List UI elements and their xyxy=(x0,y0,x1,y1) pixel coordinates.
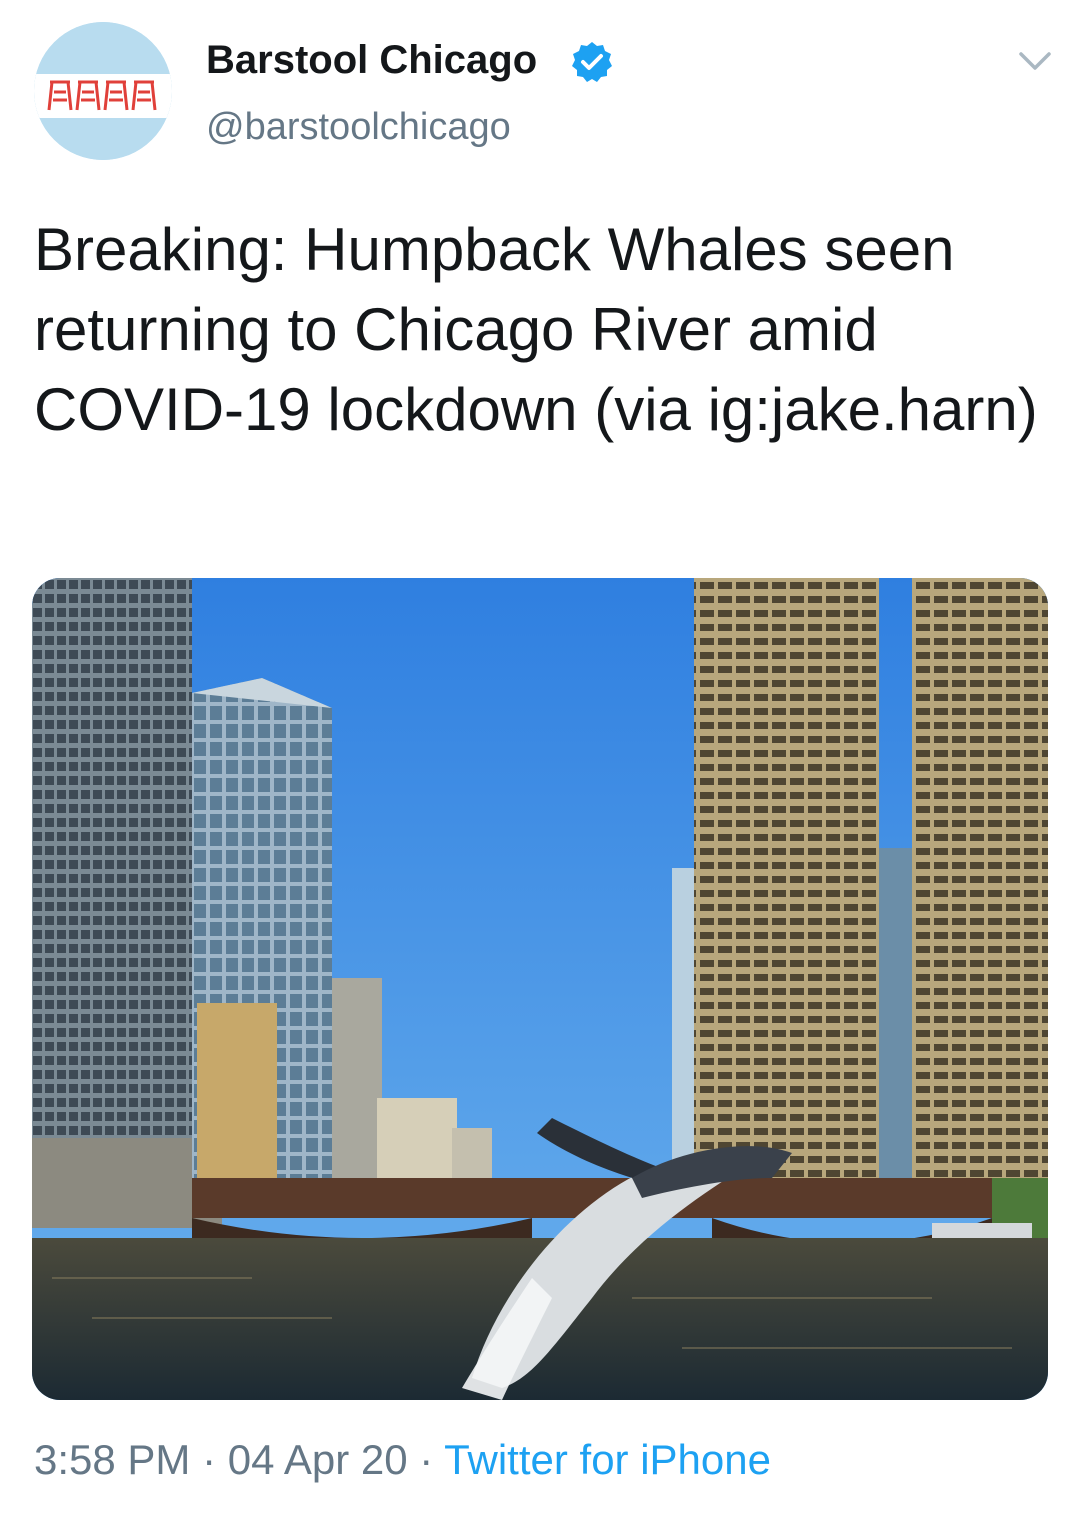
chevron-down-icon[interactable] xyxy=(1018,50,1052,74)
tweet-header: Barstool Chicago @barstoolchicago xyxy=(0,0,1080,180)
meta-separator: · xyxy=(202,1436,217,1483)
display-name[interactable]: Barstool Chicago xyxy=(206,38,537,83)
tweet-text: Breaking: Humpback Whales seen returning… xyxy=(34,216,1038,443)
whale-river-photo xyxy=(32,578,1048,1400)
tweet-meta: 3:58 PM · 04 Apr 20 · Twitter for iPhone xyxy=(34,1436,771,1484)
avatar[interactable] xyxy=(34,22,172,160)
user-handle[interactable]: @barstoolchicago xyxy=(206,106,511,149)
verified-badge-icon xyxy=(572,42,612,82)
tweet-time[interactable]: 3:58 PM xyxy=(34,1436,190,1483)
barstool-logo-icon xyxy=(34,22,172,160)
tweet-source-link[interactable]: Twitter for iPhone xyxy=(444,1436,771,1483)
tweet-media-image[interactable] xyxy=(32,578,1048,1400)
meta-separator: · xyxy=(419,1436,434,1483)
tweet-date[interactable]: 04 Apr 20 xyxy=(228,1436,408,1483)
